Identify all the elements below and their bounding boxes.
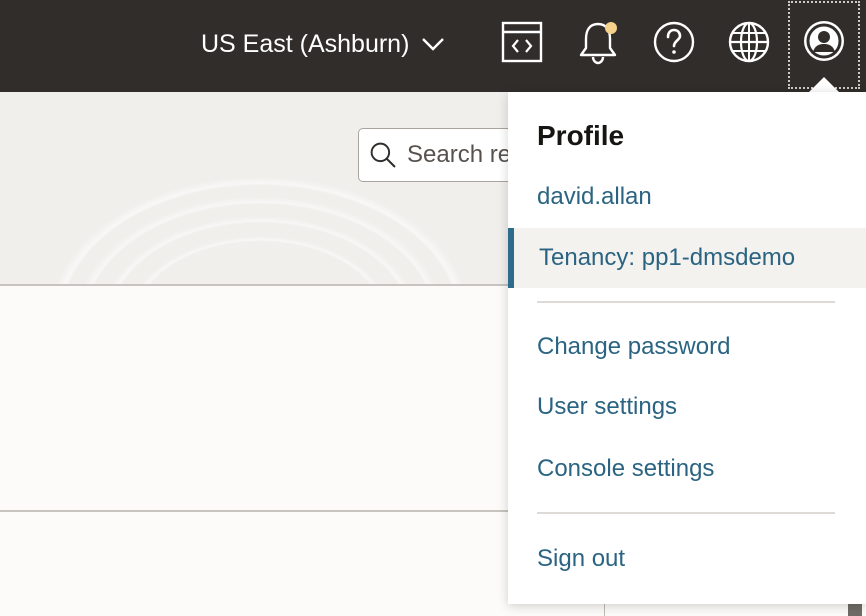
chevron-down-icon: [422, 38, 445, 51]
profile-menu: Profile david.allan Tenancy: pp1-dmsdemo…: [508, 92, 866, 604]
dropdown-caret: [808, 77, 840, 93]
help-icon: [653, 21, 695, 63]
avatar: [804, 21, 844, 61]
help-button[interactable]: [650, 18, 698, 66]
change-password-link[interactable]: Change password: [508, 317, 866, 377]
top-navigation-bar: US East (Ashburn): [0, 0, 866, 92]
user-icon: [806, 23, 842, 59]
code-editor-button[interactable]: [498, 18, 546, 66]
sign-out-link[interactable]: Sign out: [508, 529, 866, 589]
region-label: US East (Ashburn): [201, 30, 410, 58]
region-selector[interactable]: US East (Ashburn): [201, 24, 445, 64]
bell-icon: [579, 22, 617, 65]
profile-tenancy-link[interactable]: Tenancy: pp1-dmsdemo: [508, 228, 866, 288]
notification-dot: [605, 22, 617, 34]
profile-menu-title: Profile: [537, 120, 625, 151]
globe-icon: [728, 21, 770, 63]
notifications-button[interactable]: [574, 18, 622, 66]
code-editor-icon: [501, 21, 543, 63]
profile-username-link[interactable]: david.allan: [508, 167, 866, 227]
search-icon: [370, 142, 396, 168]
language-button[interactable]: [725, 18, 773, 66]
user-settings-link[interactable]: User settings: [508, 377, 866, 437]
menu-divider: [537, 512, 835, 514]
console-settings-link[interactable]: Console settings: [508, 439, 866, 499]
menu-divider: [537, 301, 835, 303]
